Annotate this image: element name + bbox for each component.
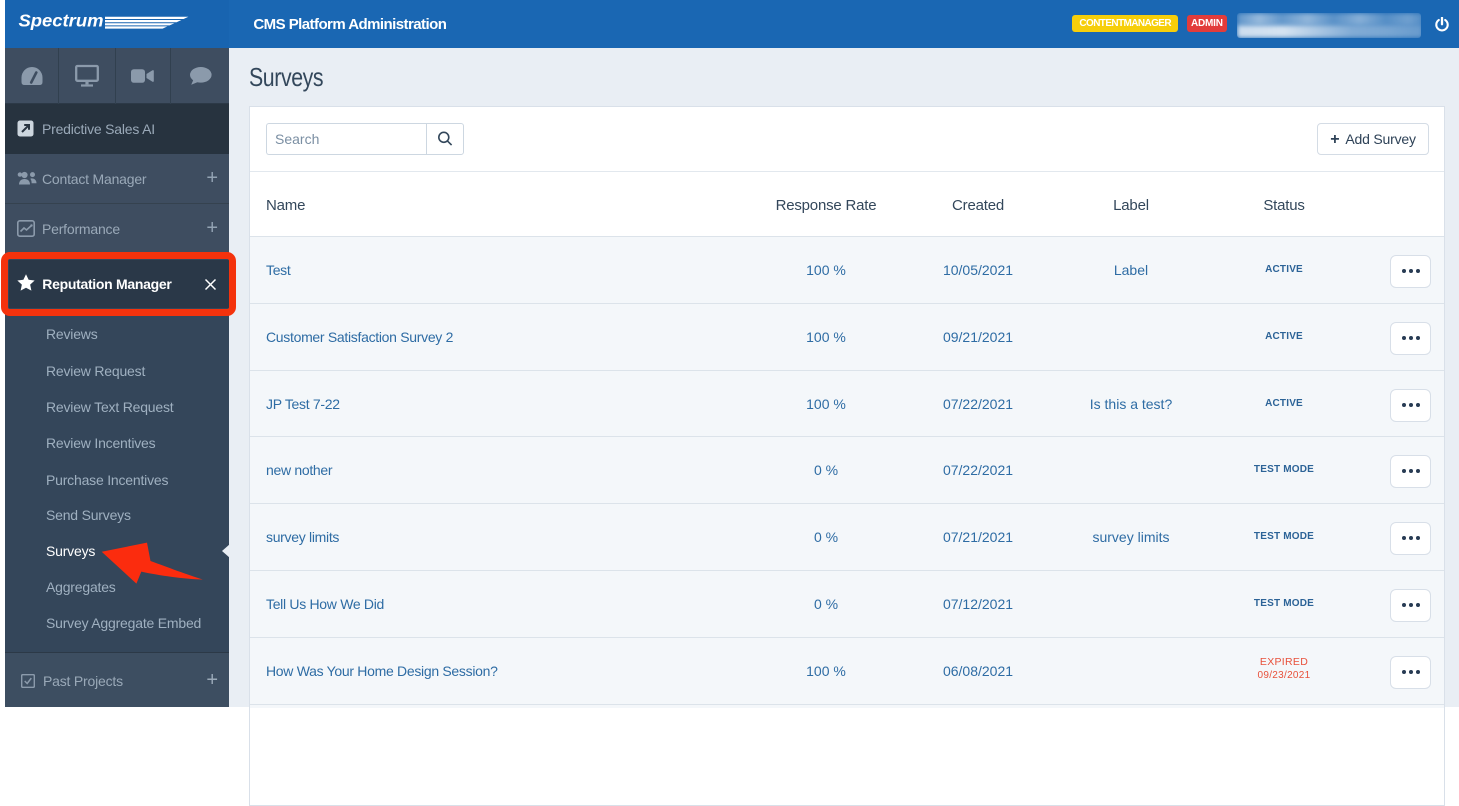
svg-text:Spectrum: Spectrum (19, 10, 104, 30)
